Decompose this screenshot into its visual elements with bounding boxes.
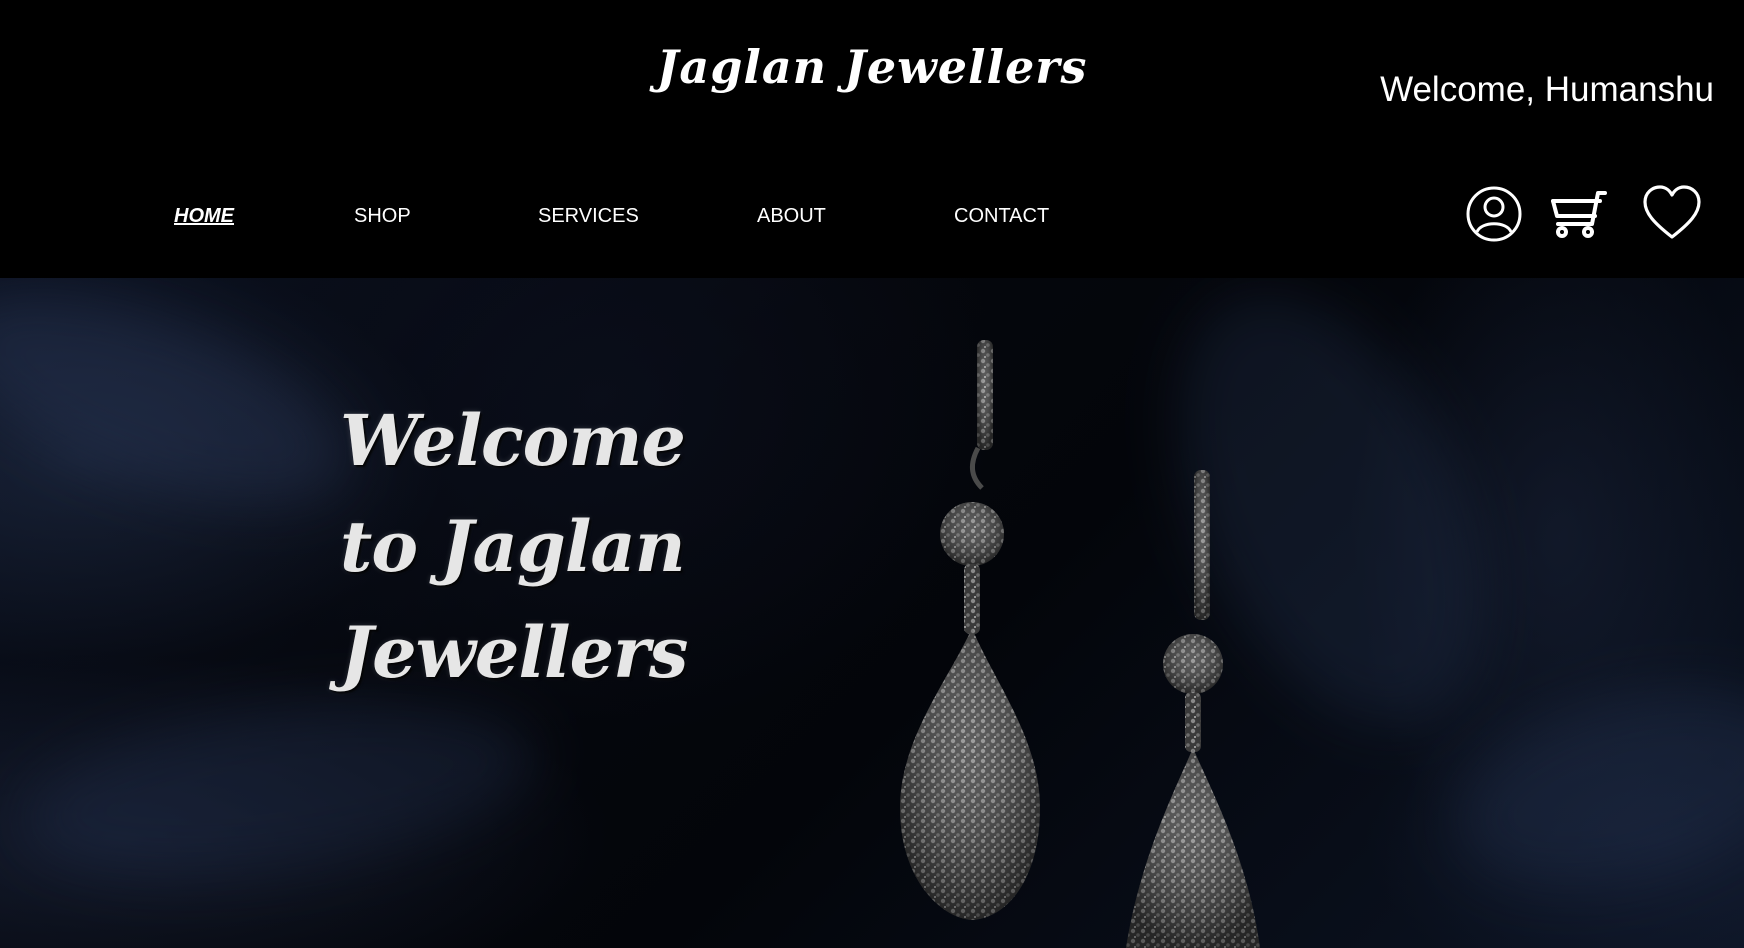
hero-title-line: Jewellers xyxy=(340,611,688,694)
earrings-image xyxy=(900,340,1260,948)
nav-item-home[interactable]: HOME xyxy=(174,205,234,228)
hero-title-line: Welcome xyxy=(340,399,686,482)
nav-item-contact[interactable]: CONTACT xyxy=(954,205,1049,228)
fabric-fold xyxy=(0,278,375,545)
nav-item-shop[interactable]: SHOP xyxy=(354,205,411,228)
heart-icon[interactable] xyxy=(1642,184,1702,244)
cart-icon[interactable] xyxy=(1548,184,1608,244)
user-icon[interactable] xyxy=(1464,184,1524,244)
welcome-user-text: Welcome, Humanshu xyxy=(1380,70,1714,109)
left-earring xyxy=(900,340,1040,920)
fabric-fold xyxy=(1432,654,1744,922)
hero-banner: Welcome to Jaglan Jewellers xyxy=(0,278,1744,948)
fabric-fold xyxy=(11,672,549,904)
nav-item-about[interactable]: ABOUT xyxy=(757,205,826,228)
hero-title-line: to Jaglan xyxy=(340,505,686,588)
right-earring xyxy=(1126,470,1260,948)
nav-item-services[interactable]: SERVICES xyxy=(538,205,639,228)
main-nav: HOME SHOP SERVICES ABOUT CONTACT xyxy=(0,205,1100,235)
hero-title: Welcome to Jaglan Jewellers xyxy=(340,388,688,706)
site-header: Jaglan Jewellers Welcome, Humanshu HOME … xyxy=(0,0,1744,278)
header-icons xyxy=(1464,184,1714,244)
